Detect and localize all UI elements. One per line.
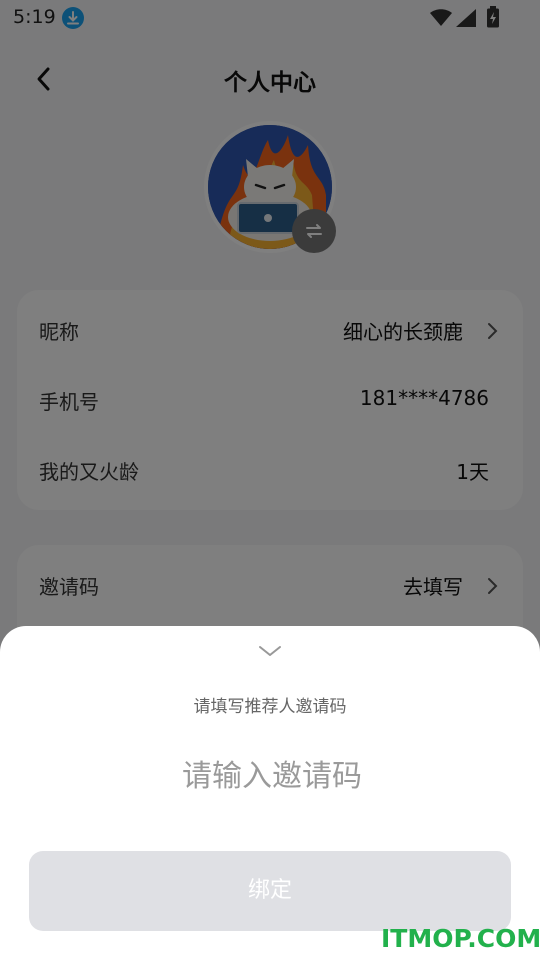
chevron-down-icon[interactable] <box>258 644 282 658</box>
sheet-subtitle: 请填写推荐人邀请码 <box>193 697 347 717</box>
profile-page: 5:19 个人中心 <box>0 0 540 960</box>
watermark-text: ITMOP.COM <box>381 924 540 953</box>
invite-code-sheet: 请填写推荐人邀请码 绑定 <box>0 626 540 960</box>
invite-code-input[interactable] <box>40 751 504 801</box>
bind-button[interactable]: 绑定 <box>29 851 511 931</box>
